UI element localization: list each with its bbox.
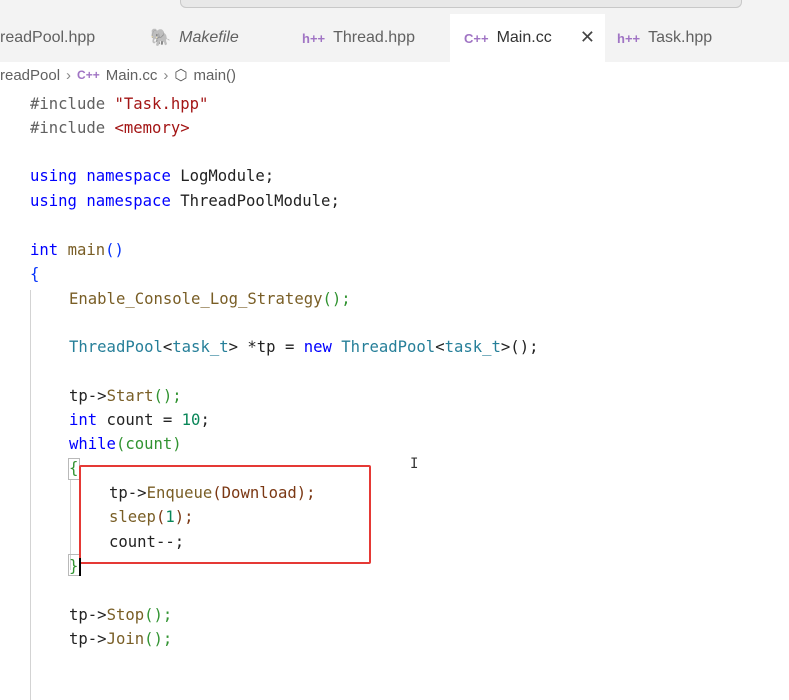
- chevron-right-icon: ›: [66, 66, 72, 84]
- code-line-18: tp->Join();: [69, 630, 173, 648]
- code-line-7: Enable_Console_Log_Strategy();: [69, 290, 351, 308]
- red-highlight-box: [79, 465, 371, 564]
- breadcrumb: readPool › C++ Main.cc › ⬡ main(): [0, 62, 789, 88]
- code-line-12: {: [69, 459, 79, 477]
- code-line-1: #include "Task.hpp": [30, 95, 209, 113]
- cpp-icon: C++: [464, 30, 489, 46]
- makefile-icon: 🐘: [150, 28, 172, 47]
- tab-label: Makefile: [179, 29, 239, 46]
- ibeam-cursor-icon: I: [410, 456, 419, 472]
- code-line-2: #include <memory>: [30, 119, 190, 137]
- breadcrumb-item-folder[interactable]: readPool: [0, 67, 60, 84]
- cpp-header-icon: h++: [302, 30, 326, 46]
- code-line-8: ThreadPool<task_t> *tp = new ThreadPool<…: [69, 338, 539, 356]
- code-line-4: using namespace ThreadPoolModule;: [30, 192, 340, 210]
- symbol-method-icon: ⬡: [174, 67, 188, 84]
- tab-threadpool-hpp[interactable]: readPool.hpp: [0, 14, 130, 62]
- code-line-10: int count = 10;: [69, 411, 210, 429]
- code-line-6: {: [30, 265, 40, 283]
- tab-thread-hpp[interactable]: h++ Thread.hpp: [280, 14, 450, 62]
- tab-label: Thread.hpp: [333, 29, 415, 46]
- code-line-11: while(count): [69, 435, 182, 453]
- text-cursor: [79, 558, 81, 576]
- breadcrumb-item-symbol[interactable]: main(): [194, 67, 237, 84]
- code-line-3: using namespace LogModule;: [30, 167, 275, 185]
- tab-label: Task.hpp: [648, 29, 713, 46]
- title-bar-strip: [0, 0, 789, 14]
- close-icon[interactable]: ✕: [580, 27, 595, 48]
- breadcrumb-item-file[interactable]: Main.cc: [106, 67, 158, 84]
- code-line-16: }: [69, 557, 79, 575]
- command-center-search[interactable]: [180, 0, 742, 8]
- tab-makefile[interactable]: 🐘 Makefile: [130, 14, 280, 62]
- tab-main-cc[interactable]: C++ Main.cc ✕: [450, 14, 605, 62]
- cpp-header-icon: h++: [617, 30, 641, 46]
- tab-label: readPool.hpp: [0, 29, 96, 46]
- code-line-9: tp->Start();: [69, 387, 182, 405]
- tab-label: Main.cc: [496, 29, 552, 46]
- tab-task-hpp[interactable]: h++ Task.hpp: [605, 14, 755, 62]
- code-line-5: int main(): [30, 241, 124, 259]
- chevron-right-icon: ›: [163, 66, 169, 84]
- cpp-icon: C++: [77, 68, 100, 82]
- editor-tab-bar: readPool.hpp 🐘 Makefile h++ Thread.hpp C…: [0, 14, 789, 62]
- indent-guide: [30, 290, 31, 700]
- code-line-17: tp->Stop();: [69, 606, 173, 624]
